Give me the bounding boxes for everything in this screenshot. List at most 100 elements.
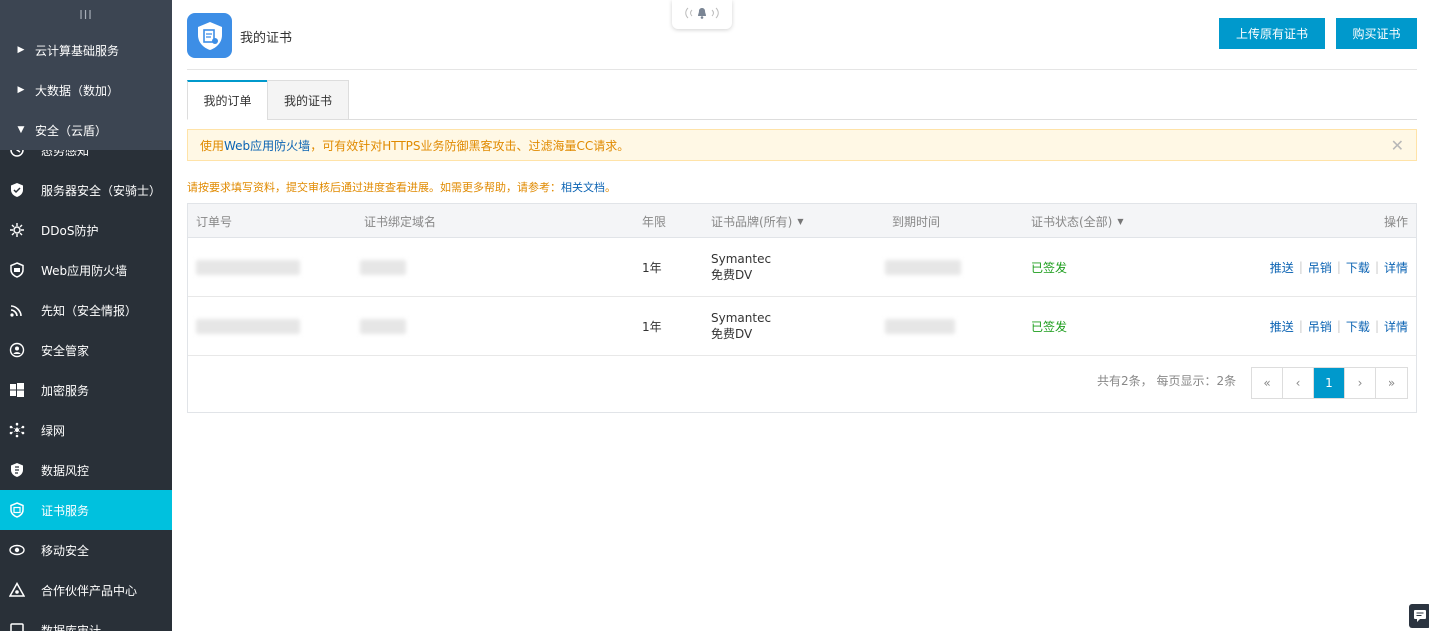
firewall-icon — [8, 261, 26, 279]
sidebar-security-items: 态势感知 服务器安全（安骑士） DDoS防护 Web应用防火墙 先知（安全情报） — [0, 130, 172, 631]
prev-page-button[interactable]: ‹ — [1283, 368, 1314, 398]
tab-my-orders[interactable]: 我的订单 — [187, 80, 268, 120]
download-link[interactable]: 下载 — [1346, 318, 1370, 335]
details-link[interactable]: 详情 — [1384, 318, 1408, 335]
sidebar-item-certificate[interactable]: 证书服务 — [0, 490, 172, 530]
divider: | — [1298, 319, 1303, 333]
sidebar-item-steward[interactable]: 安全管家 — [0, 330, 172, 370]
table-header: 订单号 证书绑定域名 年限 证书品牌(所有) ▼ 到期时间 证书状态(全部) ▼ 操… — [188, 204, 1416, 238]
divider: | — [1374, 319, 1379, 333]
push-link[interactable]: 推送 — [1270, 318, 1294, 335]
certificate-icon — [8, 501, 26, 519]
sidebar-item-ddos[interactable]: DDoS防护 — [0, 210, 172, 250]
redacted-order-number — [196, 318, 300, 334]
domain-cell — [360, 297, 406, 355]
sidebar-item-green-net[interactable]: 绿网 — [0, 410, 172, 450]
tab-my-certificates[interactable]: 我的证书 — [267, 80, 349, 120]
divider: | — [1298, 260, 1303, 274]
brand-type: 免费DV — [711, 268, 753, 282]
order-number-cell — [196, 238, 300, 296]
sidebar-item-label: 合作伙伴产品中心 — [41, 583, 138, 598]
caret-down-icon: ▼ — [17, 125, 25, 135]
buy-certificate-button[interactable]: 购买证书 — [1336, 18, 1417, 49]
close-icon[interactable]: ✕ — [1391, 136, 1404, 155]
tab-bar: 我的订单 我的证书 — [187, 80, 1417, 120]
sidebar-group-label: 云计算基础服务 — [35, 43, 120, 58]
upload-certificate-button[interactable]: 上传原有证书 — [1219, 18, 1325, 49]
row-actions: 推送 | 吊销 | 下载 | 详情 — [1270, 297, 1408, 355]
windows-icon — [8, 381, 26, 399]
hint-end: 。 — [605, 181, 616, 194]
sidebar-item-label: 绿网 — [41, 423, 66, 438]
sidebar-item-server-security[interactable]: 服务器安全（安骑士） — [0, 170, 172, 210]
col-status-filter[interactable]: 证书状态(全部) ▼ — [1031, 204, 1124, 238]
divider: | — [1336, 260, 1341, 274]
brand-name: Symantec — [711, 252, 772, 266]
push-link[interactable]: 推送 — [1270, 259, 1294, 276]
table-row: 1年 Symantec 免费DV 已签发 推送 | 吊销 | 下载 | 详情 — [188, 238, 1416, 297]
brand-cell: Symantec 免费DV — [711, 238, 771, 296]
partner-icon — [8, 581, 26, 599]
details-link[interactable]: 详情 — [1384, 259, 1408, 276]
pagination: « ‹ 1 › » — [1251, 367, 1408, 399]
sidebar-group-security[interactable]: ▼ 安全（云盾） — [0, 110, 172, 150]
sidebar-item-partner[interactable]: 合作伙伴产品中心 — [0, 570, 172, 610]
sidebar-item-label: 加密服务 — [41, 383, 90, 398]
notice-banner: 使用 Web应用防火墙 ，可有效针对HTTPS业务防御黑客攻击、过滤海量CC请求… — [187, 129, 1417, 161]
sidebar-item-encryption[interactable]: 加密服务 — [0, 370, 172, 410]
sidebar-item-db-audit[interactable]: 数据库审计 — [0, 610, 172, 631]
mobile-security-icon — [8, 541, 26, 559]
sidebar-item-data-risk[interactable]: 数据风控 — [0, 450, 172, 490]
sidebar-item-xianzhi[interactable]: 先知（安全情报） — [0, 290, 172, 330]
redacted-order-number — [196, 259, 300, 275]
revoke-link[interactable]: 吊销 — [1308, 318, 1332, 335]
revoke-link[interactable]: 吊销 — [1308, 259, 1332, 276]
risk-icon — [8, 461, 26, 479]
redacted-expiry — [885, 259, 961, 275]
waf-link[interactable]: Web应用防火墙 — [224, 137, 310, 154]
brand-cell: Symantec 免费DV — [711, 297, 771, 355]
sidebar-item-label: 数据库审计 — [41, 623, 102, 631]
help-hint: 请按要求填写资料，提交审核后通过进度查看进展。如需更多帮助，请参考：相关文档。 — [187, 179, 616, 195]
order-number-cell — [196, 297, 300, 355]
sidebar-collapse-toggle[interactable]: III — [0, 0, 172, 30]
sidebar-item-waf[interactable]: Web应用防火墙 — [0, 250, 172, 290]
divider: | — [1336, 319, 1341, 333]
chat-icon[interactable] — [1409, 604, 1429, 628]
docs-link[interactable]: 相关文档 — [561, 181, 605, 194]
sidebar-item-label: 数据风控 — [41, 463, 90, 478]
notice-suffix: ，可有效针对HTTPS业务防御黑客攻击、过滤海量CC请求。 — [310, 138, 630, 153]
status-badge: 已签发 — [1031, 319, 1068, 334]
col-order-number: 订单号 — [196, 214, 233, 229]
gear-icon — [8, 221, 26, 239]
page-1-button[interactable]: 1 — [1314, 368, 1345, 398]
sidebar: III ▶ 云计算基础服务 ▶ 大数据（数加） ▼ 安全（云盾） 态势感知 服务… — [0, 0, 172, 631]
sidebar-item-mobile-security[interactable]: 移动安全 — [0, 530, 172, 570]
redacted-domain — [360, 318, 406, 334]
col-years: 年限 — [642, 214, 667, 229]
expiry-cell — [885, 238, 961, 296]
next-page-button[interactable]: › — [1345, 368, 1376, 398]
radar-icon — [8, 301, 26, 319]
sidebar-group-bigdata[interactable]: ▶ 大数据（数加） — [0, 70, 172, 110]
redacted-expiry — [885, 318, 955, 334]
col-actions: 操作 — [1383, 214, 1408, 229]
sidebar-group-label: 大数据（数加） — [35, 83, 120, 98]
download-link[interactable]: 下载 — [1346, 259, 1370, 276]
col-status-label: 证书状态(全部) — [1031, 214, 1113, 229]
certificate-logo-icon — [187, 13, 232, 58]
brand-name: Symantec — [711, 311, 772, 325]
col-expiry: 到期时间 — [892, 214, 941, 229]
page-title: 我的证书 — [240, 31, 293, 46]
col-brand-filter[interactable]: 证书品牌(所有) ▼ — [711, 204, 804, 238]
sidebar-group-cloud[interactable]: ▶ 云计算基础服务 — [0, 30, 172, 70]
brand-type: 免费DV — [711, 327, 753, 341]
first-page-button[interactable]: « — [1252, 368, 1283, 398]
sidebar-item-label: Web应用防火墙 — [41, 263, 128, 278]
pagination-info: 共有2条， 每页显示：2条 — [1097, 374, 1237, 388]
caret-right-icon: ▶ — [17, 45, 25, 55]
network-icon — [8, 421, 26, 439]
notification-bell-tab[interactable] — [672, 0, 732, 29]
last-page-button[interactable]: » — [1376, 368, 1407, 398]
expiry-cell — [885, 297, 955, 355]
